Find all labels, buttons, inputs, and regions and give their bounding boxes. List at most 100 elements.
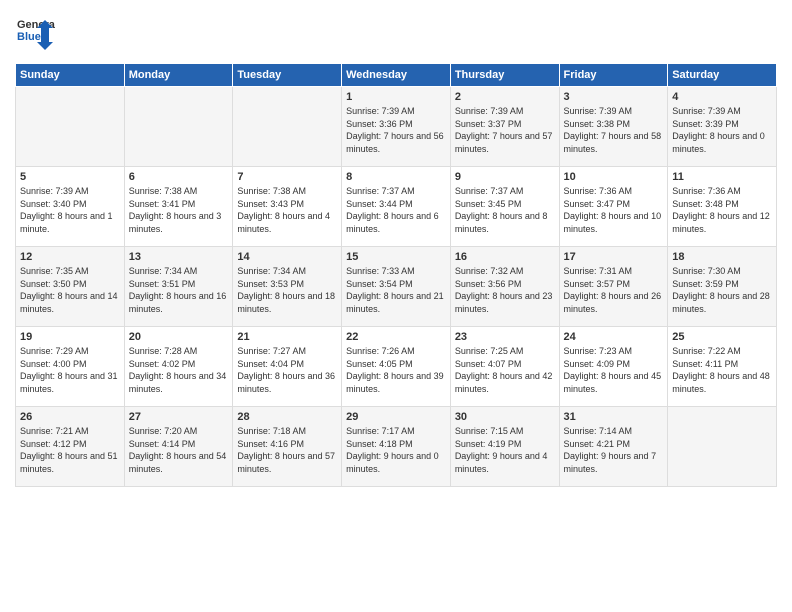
svg-text:Blue: Blue: [17, 31, 41, 43]
calendar-day-cell: 14 Sunrise: 7:34 AM Sunset: 3:53 PM Dayli…: [233, 247, 342, 327]
calendar-day-cell: 5 Sunrise: 7:39 AM Sunset: 3:40 PM Daylig…: [16, 167, 125, 247]
day-info: Sunrise: 7:20 AM Sunset: 4:14 PM Dayligh…: [129, 425, 229, 475]
calendar-day-cell: 17 Sunrise: 7:31 AM Sunset: 3:57 PM Dayli…: [559, 247, 668, 327]
day-info: Sunrise: 7:37 AM Sunset: 3:45 PM Dayligh…: [455, 185, 555, 235]
day-info: Sunrise: 7:37 AM Sunset: 3:44 PM Dayligh…: [346, 185, 446, 235]
day-number: 22: [346, 331, 446, 343]
calendar-day-cell: [668, 407, 777, 487]
day-number: 8: [346, 171, 446, 183]
day-info: Sunrise: 7:34 AM Sunset: 3:51 PM Dayligh…: [129, 265, 229, 315]
logo-icon: General Blue: [15, 10, 55, 55]
day-info: Sunrise: 7:33 AM Sunset: 3:54 PM Dayligh…: [346, 265, 446, 315]
day-info: Sunrise: 7:14 AM Sunset: 4:21 PM Dayligh…: [564, 425, 664, 475]
day-info: Sunrise: 7:38 AM Sunset: 3:43 PM Dayligh…: [237, 185, 337, 235]
calendar-day-cell: 19 Sunrise: 7:29 AM Sunset: 4:00 PM Dayli…: [16, 327, 125, 407]
calendar-day-cell: 8 Sunrise: 7:37 AM Sunset: 3:44 PM Daylig…: [342, 167, 451, 247]
calendar-day-cell: 31 Sunrise: 7:14 AM Sunset: 4:21 PM Dayli…: [559, 407, 668, 487]
calendar-day-cell: 27 Sunrise: 7:20 AM Sunset: 4:14 PM Dayli…: [124, 407, 233, 487]
calendar-day-cell: 21 Sunrise: 7:27 AM Sunset: 4:04 PM Dayli…: [233, 327, 342, 407]
day-number: 2: [455, 91, 555, 103]
day-number: 23: [455, 331, 555, 343]
day-number: 10: [564, 171, 664, 183]
day-info: Sunrise: 7:39 AM Sunset: 3:40 PM Dayligh…: [20, 185, 120, 235]
calendar-day-cell: 26 Sunrise: 7:21 AM Sunset: 4:12 PM Dayli…: [16, 407, 125, 487]
day-number: 28: [237, 411, 337, 423]
calendar-week-row: 1 Sunrise: 7:39 AM Sunset: 3:36 PM Daylig…: [16, 87, 777, 167]
day-info: Sunrise: 7:29 AM Sunset: 4:00 PM Dayligh…: [20, 345, 120, 395]
day-number: 26: [20, 411, 120, 423]
day-number: 12: [20, 251, 120, 263]
day-number: 1: [346, 91, 446, 103]
calendar-day-cell: 3 Sunrise: 7:39 AM Sunset: 3:38 PM Daylig…: [559, 87, 668, 167]
calendar-day-cell: 28Sunrise: 7:18 AM Sunset: 4:16 PM Dayli…: [233, 407, 342, 487]
calendar-day-cell: 4Sunrise: 7:39 AM Sunset: 3:39 PM Daylig…: [668, 87, 777, 167]
calendar-week-row: 26 Sunrise: 7:21 AM Sunset: 4:12 PM Dayli…: [16, 407, 777, 487]
calendar-day-cell: 29 Sunrise: 7:17 AM Sunset: 4:18 PM Dayli…: [342, 407, 451, 487]
calendar-week-row: 12 Sunrise: 7:35 AM Sunset: 3:50 PM Dayli…: [16, 247, 777, 327]
calendar-day-cell: 11 Sunrise: 7:36 AM Sunset: 3:48 PM Dayli…: [668, 167, 777, 247]
day-number: 13: [129, 251, 229, 263]
calendar-day-cell: 18 Sunrise: 7:30 AM Sunset: 3:59 PM Dayli…: [668, 247, 777, 327]
calendar-day-cell: 25Sunrise: 7:22 AM Sunset: 4:11 PM Dayli…: [668, 327, 777, 407]
day-info: Sunrise: 7:25 AM Sunset: 4:07 PM Dayligh…: [455, 345, 555, 395]
day-number: 30: [455, 411, 555, 423]
day-number: 7: [237, 171, 337, 183]
day-info: Sunrise: 7:39 AM Sunset: 3:38 PM Dayligh…: [564, 105, 664, 155]
day-info: Sunrise: 7:34 AM Sunset: 3:53 PM Dayligh…: [237, 265, 337, 315]
calendar-day-cell: 12 Sunrise: 7:35 AM Sunset: 3:50 PM Dayli…: [16, 247, 125, 327]
day-number: 16: [455, 251, 555, 263]
day-info: Sunrise: 7:27 AM Sunset: 4:04 PM Dayligh…: [237, 345, 337, 395]
calendar-header-wednesday: Wednesday: [342, 64, 451, 87]
day-number: 15: [346, 251, 446, 263]
day-number: 19: [20, 331, 120, 343]
calendar-header-sunday: Sunday: [16, 64, 125, 87]
day-number: 17: [564, 251, 664, 263]
day-number: 24: [564, 331, 664, 343]
calendar-header-row: SundayMondayTuesdayWednesdayThursdayFrid…: [16, 64, 777, 87]
calendar-day-cell: 1 Sunrise: 7:39 AM Sunset: 3:36 PM Daylig…: [342, 87, 451, 167]
calendar-header-friday: Friday: [559, 64, 668, 87]
calendar-table: SundayMondayTuesdayWednesdayThursdayFrid…: [15, 63, 777, 487]
calendar-day-cell: 16 Sunrise: 7:32 AM Sunset: 3:56 PM Dayli…: [450, 247, 559, 327]
day-info: Sunrise: 7:23 AM Sunset: 4:09 PM Dayligh…: [564, 345, 664, 395]
day-info: Sunrise: 7:21 AM Sunset: 4:12 PM Dayligh…: [20, 425, 120, 475]
day-info: Sunrise: 7:31 AM Sunset: 3:57 PM Dayligh…: [564, 265, 664, 315]
day-number: 18: [672, 251, 772, 263]
day-info: Sunrise: 7:36 AM Sunset: 3:47 PM Dayligh…: [564, 185, 664, 235]
day-number: 20: [129, 331, 229, 343]
day-number: 25: [672, 331, 772, 343]
page-header: General Blue: [15, 10, 777, 55]
calendar-header-thursday: Thursday: [450, 64, 559, 87]
calendar-day-cell: [233, 87, 342, 167]
day-info: Sunrise: 7:32 AM Sunset: 3:56 PM Dayligh…: [455, 265, 555, 315]
day-info: Sunrise: 7:39 AM Sunset: 3:36 PM Dayligh…: [346, 105, 446, 155]
day-info: Sunrise: 7:17 AM Sunset: 4:18 PM Dayligh…: [346, 425, 446, 475]
day-number: 11: [672, 171, 772, 183]
day-number: 21: [237, 331, 337, 343]
day-number: 5: [20, 171, 120, 183]
calendar-day-cell: 23 Sunrise: 7:25 AM Sunset: 4:07 PM Dayli…: [450, 327, 559, 407]
calendar-day-cell: 7 Sunrise: 7:38 AM Sunset: 3:43 PM Daylig…: [233, 167, 342, 247]
day-number: 6: [129, 171, 229, 183]
day-number: 29: [346, 411, 446, 423]
calendar-day-cell: 13 Sunrise: 7:34 AM Sunset: 3:51 PM Dayli…: [124, 247, 233, 327]
day-number: 14: [237, 251, 337, 263]
day-info: Sunrise: 7:15 AM Sunset: 4:19 PM Dayligh…: [455, 425, 555, 475]
day-number: 3: [564, 91, 664, 103]
day-info: Sunrise: 7:39 AM Sunset: 3:37 PM Dayligh…: [455, 105, 555, 155]
calendar-header-monday: Monday: [124, 64, 233, 87]
day-number: 31: [564, 411, 664, 423]
calendar-week-row: 5 Sunrise: 7:39 AM Sunset: 3:40 PM Daylig…: [16, 167, 777, 247]
logo: General Blue: [15, 10, 55, 55]
day-number: 9: [455, 171, 555, 183]
calendar-day-cell: 30 Sunrise: 7:15 AM Sunset: 4:19 PM Dayli…: [450, 407, 559, 487]
day-info: Sunrise: 7:30 AM Sunset: 3:59 PM Dayligh…: [672, 265, 772, 315]
day-number: 27: [129, 411, 229, 423]
calendar-header-tuesday: Tuesday: [233, 64, 342, 87]
day-info: Sunrise: 7:36 AM Sunset: 3:48 PM Dayligh…: [672, 185, 772, 235]
day-info: Sunrise: 7:39 AM Sunset: 3:39 PM Dayligh…: [672, 105, 772, 155]
calendar-day-cell: [16, 87, 125, 167]
day-info: Sunrise: 7:35 AM Sunset: 3:50 PM Dayligh…: [20, 265, 120, 315]
day-info: Sunrise: 7:38 AM Sunset: 3:41 PM Dayligh…: [129, 185, 229, 235]
calendar-day-cell: 22Sunrise: 7:26 AM Sunset: 4:05 PM Dayli…: [342, 327, 451, 407]
